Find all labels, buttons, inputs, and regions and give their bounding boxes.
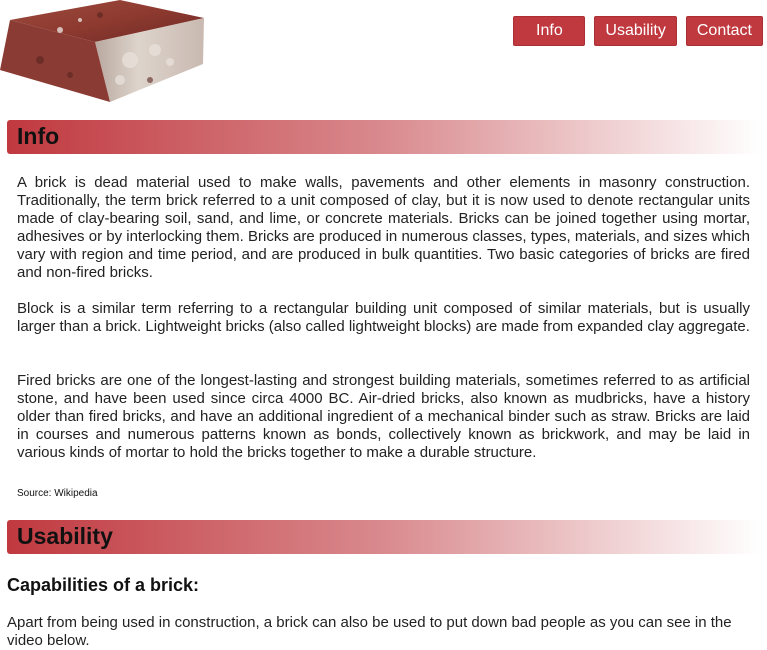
capabilities-heading: Capabilities of a brick: xyxy=(7,575,200,595)
nav-info-button[interactable]: Info xyxy=(513,16,586,46)
brick-image xyxy=(0,0,204,102)
usability-section-header: Usability xyxy=(7,520,762,554)
info-section-header: Info xyxy=(7,120,762,154)
usability-paragraph: Apart from being used in construction, a… xyxy=(7,614,732,649)
nav-usability-button[interactable]: Usability xyxy=(594,16,677,46)
usability-section-title: Usability xyxy=(17,523,113,549)
source-citation: Source: Wikipedia xyxy=(17,488,98,499)
top-nav: Info Usability Contact xyxy=(513,16,763,46)
info-paragraph-1: A brick is dead material used to make wa… xyxy=(17,174,750,281)
info-section-title: Info xyxy=(17,123,60,149)
info-paragraph-2: Block is a similar term referring to a r… xyxy=(17,300,750,335)
info-paragraph-3: Fired bricks are one of the longest-last… xyxy=(17,372,750,461)
nav-contact-button[interactable]: Contact xyxy=(685,16,763,46)
